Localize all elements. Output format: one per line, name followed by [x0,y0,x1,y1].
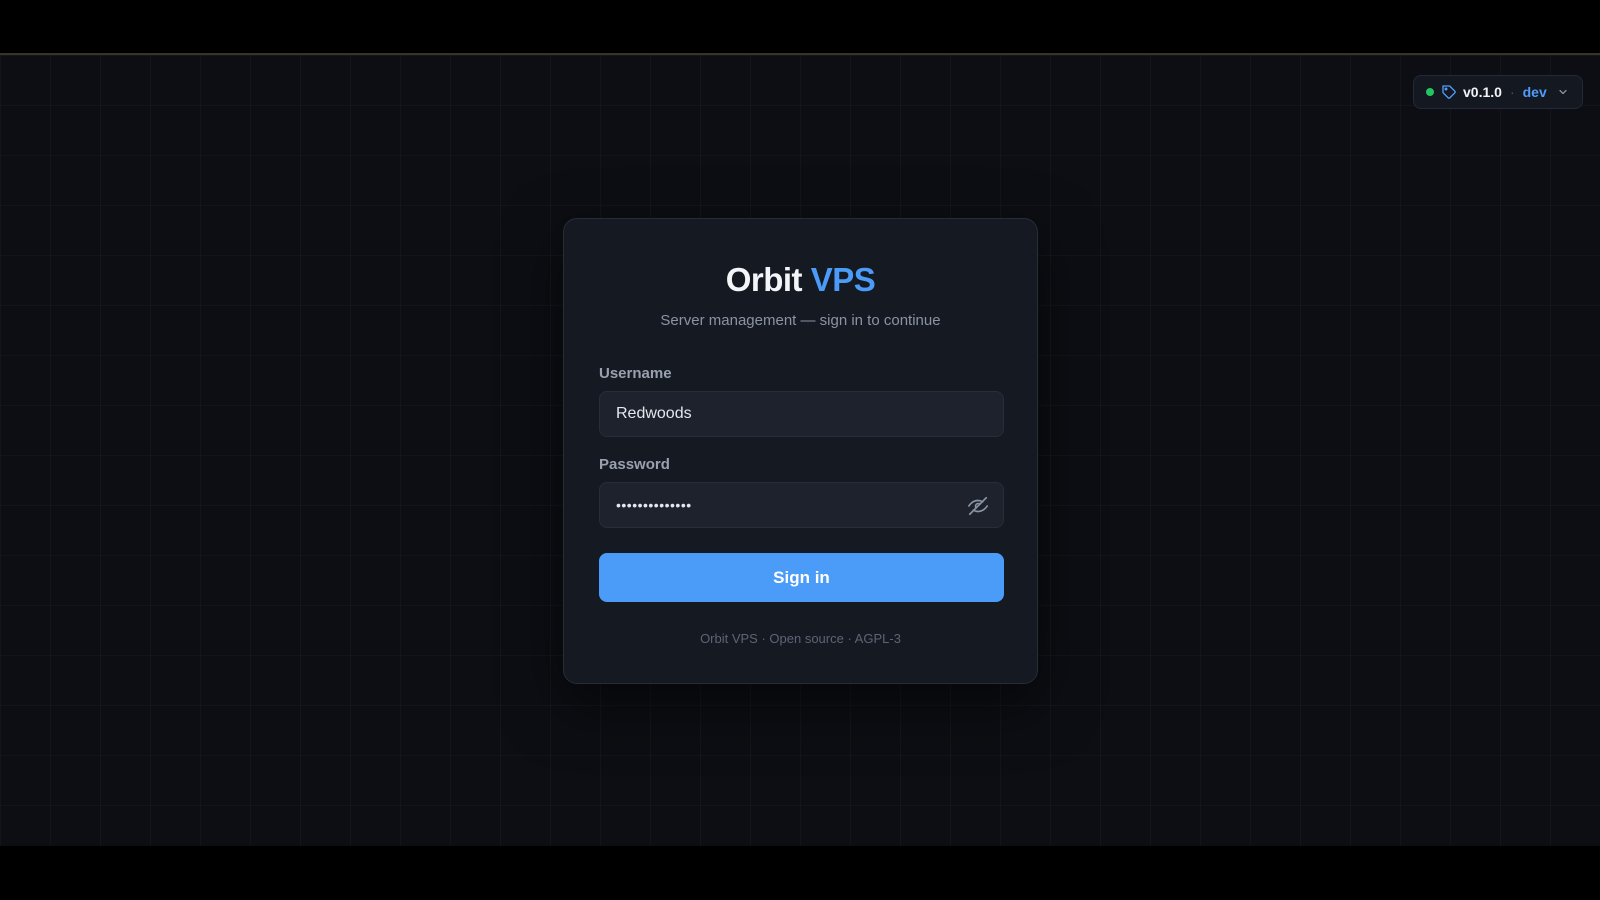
brand-name: Orbit [725,261,803,298]
bottom-letterbox [0,846,1600,900]
password-input[interactable]: •••••••••••••• [599,482,1004,528]
top-letterbox [0,0,1600,54]
version-separator: · [1509,84,1515,100]
username-label: Username [599,365,672,382]
login-card: Orbit VPS Server management — sign in to… [563,218,1038,684]
login-page: v0.1.0 · dev Orbit VPS Server management… [0,55,1600,846]
tag-icon [1441,84,1457,100]
login-footer: Orbit VPS · Open source · AGPL-3 [700,631,901,646]
password-value: •••••••••••••• [616,497,692,513]
brand-title: Orbit VPS [564,261,1037,299]
sign-in-button[interactable]: Sign in [599,553,1004,602]
brand-accent: VPS [810,261,876,298]
version-badge[interactable]: v0.1.0 · dev [1413,75,1583,109]
chevron-down-icon[interactable] [1557,86,1569,98]
branch-label: dev [1522,84,1547,100]
username-input[interactable]: Redwoods [599,391,1004,437]
version-label: v0.1.0 [1463,84,1502,100]
username-value: Redwoods [616,405,692,422]
eye-off-icon[interactable] [967,495,989,517]
login-subtitle: Server management — sign in to continue [660,312,941,329]
password-label: Password [599,456,670,473]
status-indicator [1426,88,1434,96]
